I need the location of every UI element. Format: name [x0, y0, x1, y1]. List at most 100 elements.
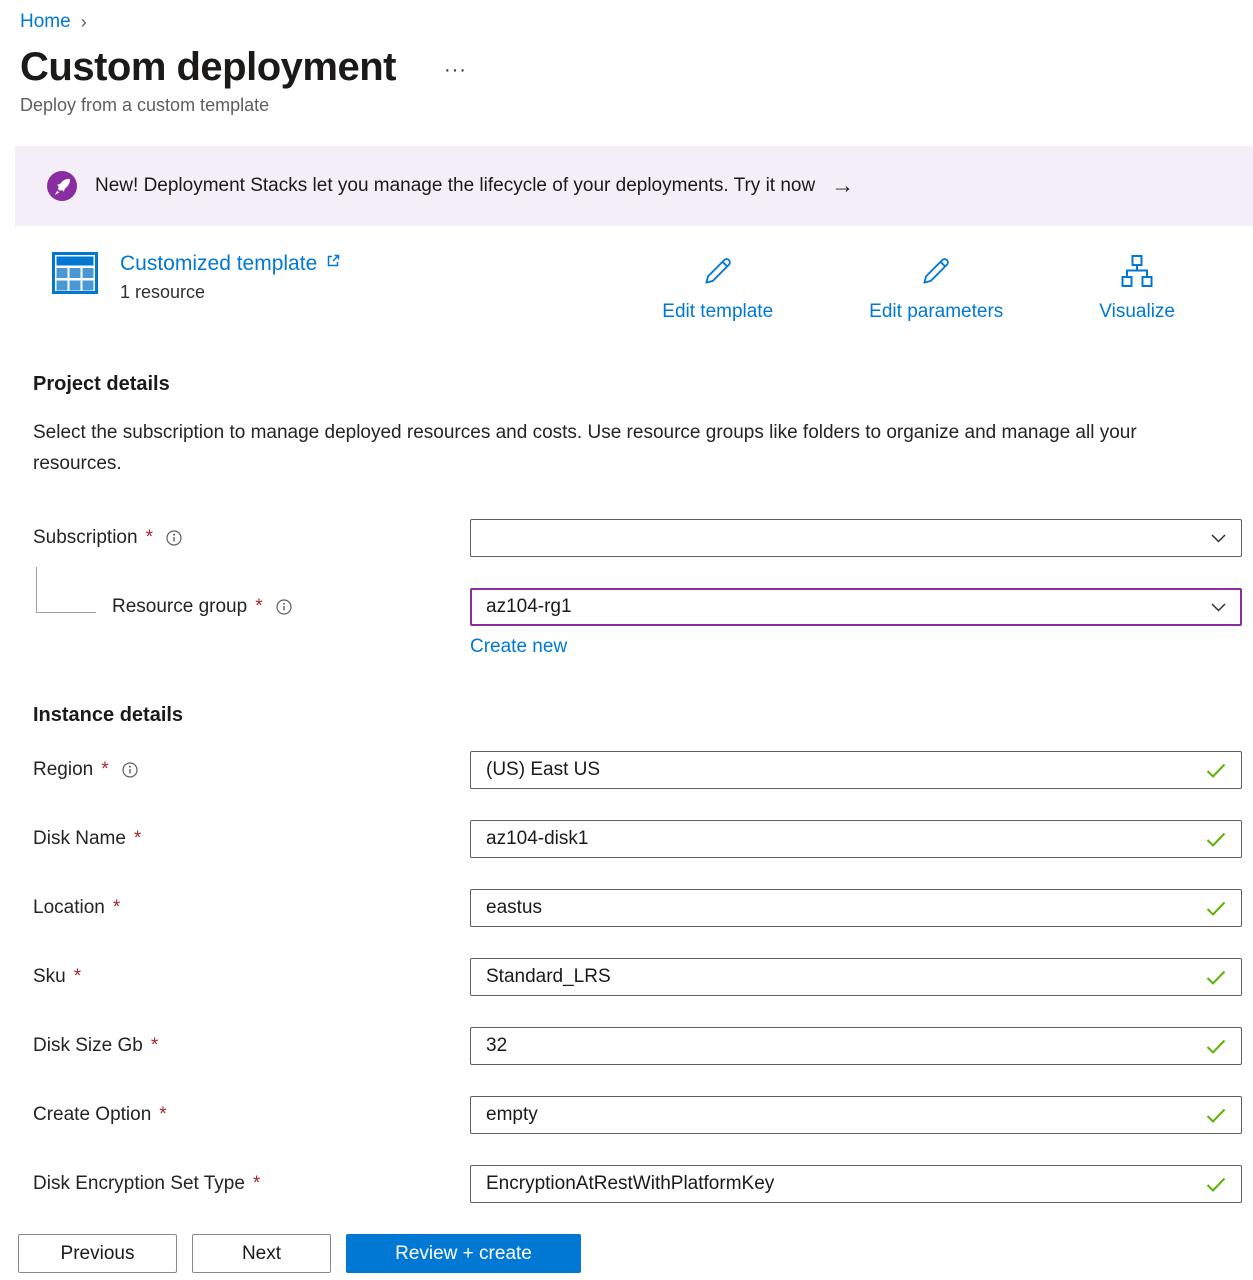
disk-size-gb-input[interactable]: 32 [470, 1027, 1242, 1065]
template-card: Customized template 1 resource Edit temp… [52, 252, 1220, 323]
org-chart-icon [1119, 254, 1155, 294]
disk-name-label: Disk Name [33, 828, 126, 850]
visualize-button[interactable]: Visualize [1099, 254, 1175, 323]
disk-name-value: az104-disk1 [486, 828, 1196, 850]
instance-details-heading: Instance details [33, 704, 1242, 727]
disk-size-gb-label: Disk Size Gb [33, 1035, 143, 1057]
edit-parameters-button[interactable]: Edit parameters [869, 254, 1003, 323]
resource-group-value: az104-rg1 [486, 596, 1201, 618]
disk-encryption-set-type-input[interactable]: EncryptionAtRestWithPlatformKey [470, 1165, 1242, 1203]
instance-details-section: Instance details Region * [33, 704, 1242, 1203]
disk-size-gb-row: Disk Size Gb * 32 [33, 1027, 1242, 1065]
required-asterisk: * [134, 828, 141, 850]
deployment-stacks-banner[interactable]: New! Deployment Stacks let you manage th… [15, 146, 1253, 226]
disk-encryption-set-type-value: EncryptionAtRestWithPlatformKey [486, 1173, 1196, 1195]
template-icon [52, 252, 98, 294]
page-subtitle: Deploy from a custom template [20, 95, 1253, 116]
create-option-input[interactable]: empty [470, 1096, 1242, 1134]
valid-checkmark-icon [1206, 1177, 1226, 1192]
edit-template-label: Edit template [662, 301, 773, 323]
page-header: Custom deployment ··· [20, 45, 1253, 90]
create-new-link[interactable]: Create new [470, 636, 567, 658]
sku-row: Sku * Standard_LRS [33, 958, 1242, 996]
valid-checkmark-icon [1206, 832, 1226, 847]
resource-group-connector-line [36, 567, 96, 613]
sku-label-group: Sku * [33, 966, 470, 988]
resource-group-row: Resource group * az104-rg1 [33, 588, 1242, 626]
sku-input[interactable]: Standard_LRS [470, 958, 1242, 996]
previous-button[interactable]: Previous [18, 1234, 177, 1273]
create-option-label-group: Create Option * [33, 1104, 470, 1126]
breadcrumb: Home › [0, 0, 1253, 33]
breadcrumb-home-link[interactable]: Home [20, 11, 71, 33]
disk-name-input[interactable]: az104-disk1 [470, 820, 1242, 858]
required-asterisk: * [253, 1173, 260, 1195]
rocket-icon [46, 170, 78, 202]
pencil-icon [701, 254, 735, 294]
sku-label: Sku [33, 966, 66, 988]
valid-checkmark-icon [1206, 1039, 1226, 1054]
valid-checkmark-icon [1206, 1108, 1226, 1123]
template-resource-count: 1 resource [120, 282, 341, 303]
chevron-down-icon [1211, 534, 1226, 543]
chevron-down-icon [1211, 603, 1226, 612]
visualize-label: Visualize [1099, 301, 1175, 323]
template-info: Customized template 1 resource [120, 252, 341, 303]
page-title: Custom deployment [20, 45, 396, 90]
project-details-description: Select the subscription to manage deploy… [33, 418, 1178, 480]
valid-checkmark-icon [1206, 763, 1226, 778]
disk-size-gb-label-group: Disk Size Gb * [33, 1035, 470, 1057]
valid-checkmark-icon [1206, 901, 1226, 916]
location-input[interactable]: eastus [470, 889, 1242, 927]
instance-details-rows: Region * (US) East US [33, 751, 1242, 1203]
required-asterisk: * [255, 596, 262, 618]
resource-group-dropdown[interactable]: az104-rg1 [470, 588, 1242, 626]
disk-name-row: Disk Name * az104-disk1 [33, 820, 1242, 858]
edit-parameters-label: Edit parameters [869, 301, 1003, 323]
disk-encryption-set-type-label-group: Disk Encryption Set Type * [33, 1173, 470, 1195]
disk-size-gb-value: 32 [486, 1035, 1196, 1057]
sku-value: Standard_LRS [486, 966, 1196, 988]
customized-template-link[interactable]: Customized template [120, 252, 341, 276]
next-button[interactable]: Next [192, 1234, 331, 1273]
disk-name-label-group: Disk Name * [33, 828, 470, 850]
info-icon[interactable] [276, 599, 292, 615]
location-row: Location * eastus [33, 889, 1242, 927]
template-toolbar: Edit template Edit parameters [662, 254, 1220, 323]
disk-encryption-set-type-label: Disk Encryption Set Type [33, 1173, 245, 1195]
subscription-label: Subscription [33, 527, 138, 549]
external-link-icon [325, 253, 341, 269]
subscription-row: Subscription * [33, 519, 1242, 557]
info-icon[interactable] [166, 530, 182, 546]
location-label: Location [33, 897, 105, 919]
location-value: eastus [486, 897, 1196, 919]
review-create-button[interactable]: Review + create [346, 1234, 581, 1273]
subscription-dropdown[interactable] [470, 519, 1242, 557]
region-label-group: Region * [33, 759, 470, 781]
create-option-label: Create Option [33, 1104, 151, 1126]
region-row: Region * (US) East US [33, 751, 1242, 789]
project-details-section: Project details Select the subscription … [33, 373, 1242, 659]
more-options-button[interactable]: ··· [444, 59, 467, 82]
wizard-footer: Previous Next Review + create [0, 1206, 1253, 1280]
required-asterisk: * [74, 966, 81, 988]
create-option-value: empty [486, 1104, 1196, 1126]
edit-template-button[interactable]: Edit template [662, 254, 773, 323]
template-link-label: Customized template [120, 252, 317, 276]
project-details-heading: Project details [33, 373, 1242, 396]
valid-checkmark-icon [1206, 970, 1226, 985]
subscription-label-group: Subscription * [33, 527, 470, 549]
location-label-group: Location * [33, 897, 470, 919]
required-asterisk: * [113, 897, 120, 919]
pencil-icon [919, 254, 953, 294]
custom-deployment-page: Home › Custom deployment ··· Deploy from… [0, 0, 1253, 1203]
region-input[interactable]: (US) East US [470, 751, 1242, 789]
info-icon[interactable] [122, 762, 138, 778]
arrow-right-icon[interactable]: → [831, 174, 854, 197]
breadcrumb-chevron-icon: › [81, 12, 87, 33]
required-asterisk: * [159, 1104, 166, 1126]
banner-message: New! Deployment Stacks let you manage th… [95, 175, 815, 197]
resource-group-label-group: Resource group * [33, 596, 470, 618]
resource-group-label: Resource group [112, 596, 247, 618]
project-details-rows: Subscription * [33, 519, 1242, 626]
